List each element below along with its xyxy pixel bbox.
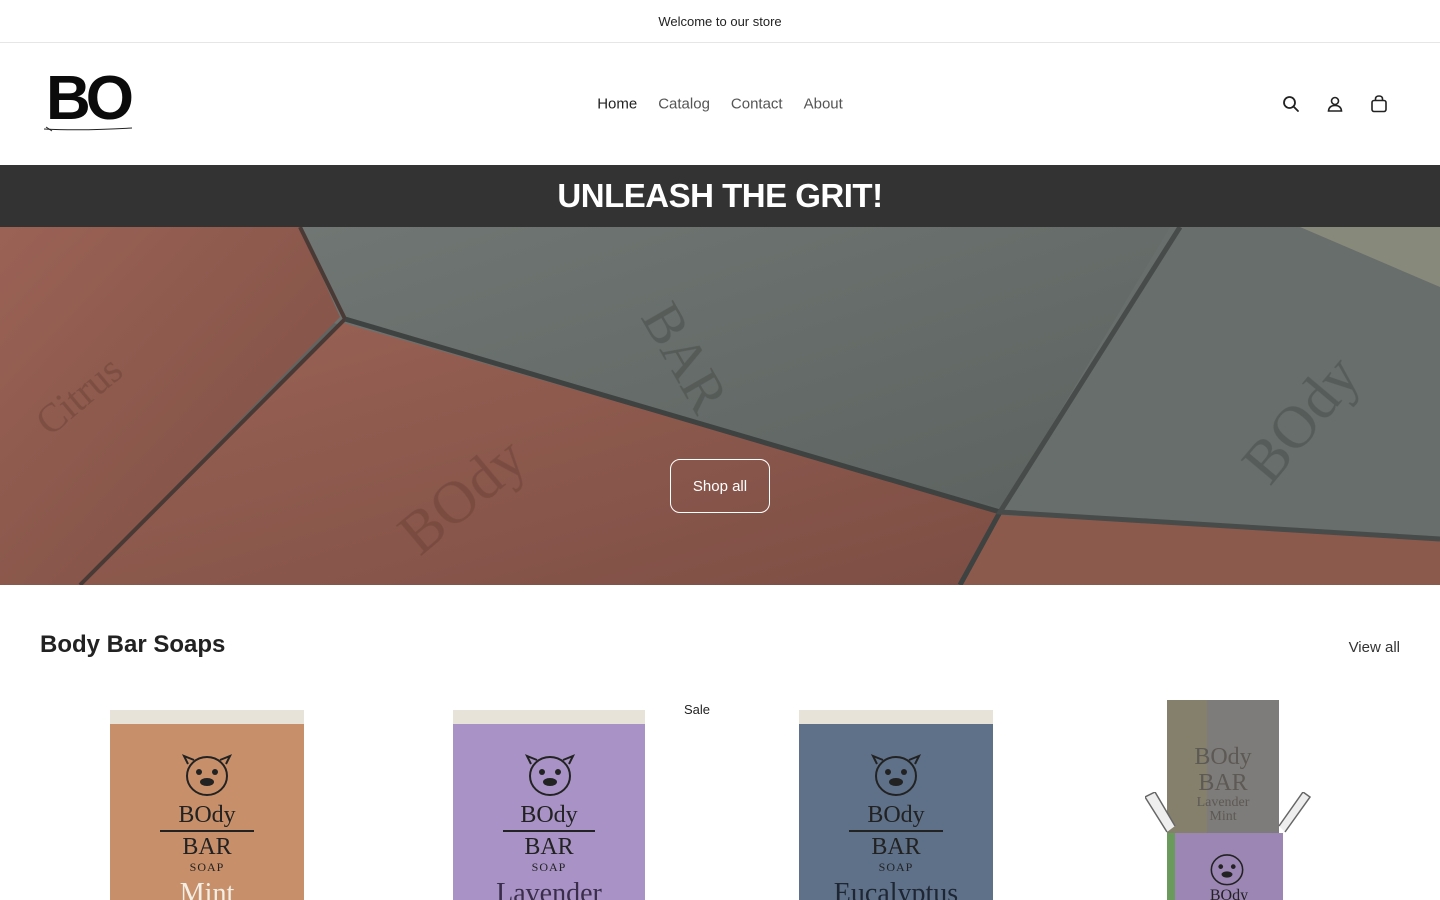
box-flavor: Lavender bbox=[496, 878, 602, 900]
hero-banner: BOdy Citrus BAR BOdy Shop all bbox=[0, 227, 1440, 585]
product-image: BOdy BAR Lavender Mint BOdy bbox=[1145, 700, 1315, 900]
product-card[interactable]: BOdy BAR Lavender Mint BOdy bbox=[1075, 700, 1400, 900]
nav-home[interactable]: Home bbox=[597, 96, 637, 113]
nav-about[interactable]: About bbox=[804, 96, 843, 113]
brand-line-2: BAR bbox=[849, 830, 943, 860]
box-lid bbox=[799, 710, 993, 724]
brand-line-2: BAR bbox=[503, 830, 595, 860]
box-flavor: Eucalyptus bbox=[833, 878, 959, 900]
box-brand: BOdy BAR SOAP bbox=[799, 802, 993, 875]
nav-contact[interactable]: Contact bbox=[731, 96, 783, 113]
box-flavor: Mint bbox=[179, 878, 235, 900]
product-card[interactable]: Sale BOdy BAR SOAP Lavender bbox=[385, 700, 710, 900]
hero-heading: UNLEASH THE GRIT! bbox=[557, 177, 883, 214]
product-card[interactable]: BOdy BAR SOAP Eucalyptus bbox=[730, 700, 1055, 900]
brand-line-1: BOdy bbox=[178, 802, 236, 828]
box-brand: BOdy BAR SOAP bbox=[110, 802, 304, 875]
bulldog-icon bbox=[871, 754, 921, 796]
bulldog-icon bbox=[1210, 854, 1244, 886]
box-lid bbox=[453, 710, 645, 724]
hero-heading-bar: UNLEASH THE GRIT! bbox=[0, 165, 1440, 227]
product-card[interactable]: BOdy BAR SOAP Mint bbox=[40, 700, 365, 900]
box-brand: BOdy BAR SOAP bbox=[453, 802, 645, 875]
box-lid bbox=[110, 710, 304, 724]
product-image: BOdy BAR SOAP Eucalyptus bbox=[799, 710, 993, 900]
open-box: BOdy bbox=[1167, 833, 1283, 900]
brand-line-3: SOAP bbox=[531, 860, 567, 874]
site-header: BO Home Catalog Contact About bbox=[0, 43, 1440, 165]
header-icons bbox=[1280, 93, 1390, 115]
account-icon[interactable] bbox=[1324, 93, 1346, 115]
view-all-link[interactable]: View all bbox=[1349, 639, 1400, 656]
brand-line-2: BAR bbox=[160, 830, 254, 860]
search-icon[interactable] bbox=[1280, 93, 1302, 115]
product-grid: BOdy BAR SOAP Mint Sale BOdy BAR SOAP La… bbox=[40, 700, 1400, 900]
collection-title: Body Bar Soaps bbox=[40, 631, 226, 658]
brand-line-3: SOAP bbox=[189, 860, 225, 874]
soap-bars-image: BOdy Citrus BAR BOdy bbox=[0, 227, 1440, 585]
brand-line-1: BOdy bbox=[520, 802, 578, 828]
main-nav: Home Catalog Contact About bbox=[0, 96, 1440, 113]
announcement-bar: Welcome to our store bbox=[0, 0, 1440, 43]
announcement-text: Welcome to our store bbox=[658, 13, 782, 29]
soap-stamp-line-1: BOdy bbox=[1194, 744, 1252, 770]
cart-icon[interactable] bbox=[1368, 93, 1390, 115]
brand-line-3: SOAP bbox=[878, 860, 914, 874]
shop-all-button[interactable]: Shop all bbox=[670, 459, 770, 513]
featured-collection: Body Bar Soaps View all BOdy BAR SOAP Mi… bbox=[0, 585, 1440, 900]
nav-catalog[interactable]: Catalog bbox=[658, 96, 710, 113]
sale-badge: Sale bbox=[683, 702, 710, 717]
brand-line-1: BOdy bbox=[867, 802, 925, 828]
product-image: BOdy BAR SOAP Mint bbox=[110, 710, 304, 900]
box-brand: BOdy bbox=[1209, 887, 1249, 900]
product-image: BOdy BAR SOAP Lavender bbox=[453, 710, 645, 900]
bulldog-icon bbox=[525, 754, 575, 796]
bulldog-icon bbox=[182, 754, 232, 796]
